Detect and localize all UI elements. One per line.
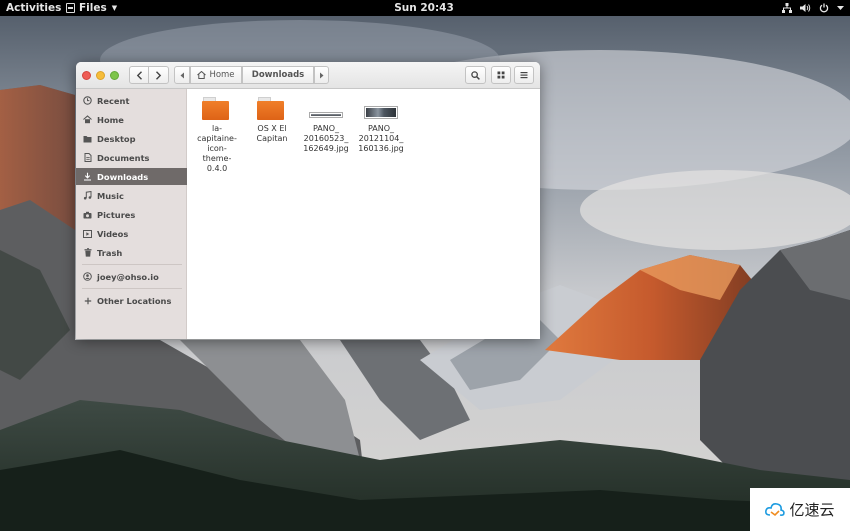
- search-icon: [471, 70, 480, 80]
- chevron-down-icon: [837, 6, 844, 10]
- sidebar-item-downloads[interactable]: Downloads: [76, 168, 187, 185]
- sidebar-divider: [82, 264, 182, 265]
- sidebar-item-label: Music: [97, 190, 124, 201]
- image-thumbnail-icon: [364, 97, 398, 121]
- path-scroll-left-button[interactable]: [174, 66, 190, 84]
- forward-button[interactable]: [148, 66, 169, 84]
- home-icon: [197, 71, 207, 79]
- sidebar-divider: [82, 288, 182, 289]
- sidebar-item-label: Pictures: [97, 209, 136, 220]
- top-bar: Activities Files ▼ Sun 20:43: [0, 0, 850, 16]
- sidebar-item-label: Documents: [97, 152, 150, 163]
- clock[interactable]: Sun 20:43: [394, 2, 454, 14]
- hamburger-icon: [520, 72, 528, 79]
- sidebar-item-label: Trash: [97, 247, 123, 258]
- download-icon: [83, 172, 92, 181]
- system-status-area[interactable]: [782, 0, 844, 16]
- power-icon: [819, 3, 829, 13]
- image-file-item[interactable]: PANO_ 20121104_ 160136.jpg: [356, 97, 406, 154]
- path-segment-home[interactable]: Home: [190, 66, 242, 84]
- camera-icon: [83, 210, 92, 219]
- back-button[interactable]: [129, 66, 149, 84]
- sidebar-item-recent[interactable]: Recent: [76, 92, 187, 109]
- search-button[interactable]: [465, 66, 486, 84]
- path-bar: Home Downloads: [174, 66, 329, 84]
- document-icon: [83, 153, 92, 162]
- file-name-label: PANO_ 20160523_ 162649.jpg: [303, 124, 349, 153]
- image-thumbnail-icon: [309, 97, 343, 121]
- path-scroll-right-button[interactable]: [314, 66, 329, 84]
- sidebar-item-account[interactable]: joey@ohso.io: [76, 268, 187, 285]
- folder-icon: [202, 97, 232, 121]
- folder-item[interactable]: la- capitaine- icon- theme- 0.4.0: [192, 97, 242, 174]
- watermark-text: 亿速云: [789, 501, 835, 519]
- sidebar-item-label: Recent: [97, 95, 130, 106]
- path-current-label: Downloads: [251, 70, 305, 80]
- sidebar: Recent Home Desktop Documents Downloads: [76, 89, 187, 339]
- sidebar-item-label: Home: [97, 114, 124, 125]
- chevron-right-icon: [156, 70, 162, 80]
- watermark: 亿速云: [750, 488, 850, 531]
- path-home-label: Home: [209, 70, 235, 80]
- folder-item[interactable]: OS X El Capitan: [247, 97, 297, 144]
- sidebar-item-label: Other Locations: [97, 295, 172, 306]
- desktop-folder-icon: [83, 134, 92, 143]
- video-icon: [83, 229, 92, 238]
- sidebar-item-label: Downloads: [97, 171, 149, 182]
- sidebar-item-documents[interactable]: Documents: [76, 149, 187, 166]
- grid-view-icon: [497, 71, 505, 79]
- music-icon: [83, 191, 92, 200]
- sidebar-item-label: Videos: [97, 228, 129, 239]
- chevron-left-icon: [136, 70, 142, 80]
- close-window-button[interactable]: [82, 71, 91, 80]
- minimize-window-button[interactable]: [96, 71, 105, 80]
- volume-icon: [800, 4, 811, 12]
- home-icon: [83, 115, 92, 124]
- sidebar-item-videos[interactable]: Videos: [76, 225, 187, 242]
- plus-icon: [83, 296, 92, 305]
- folder-icon: [257, 97, 287, 121]
- sidebar-item-trash[interactable]: Trash: [76, 244, 187, 261]
- sidebar-item-other-locations[interactable]: Other Locations: [76, 292, 187, 309]
- file-name-label: la- capitaine- icon- theme- 0.4.0: [197, 124, 237, 173]
- sidebar-item-pictures[interactable]: Pictures: [76, 206, 187, 223]
- image-file-item[interactable]: PANO_ 20160523_ 162649.jpg: [301, 97, 351, 154]
- sidebar-item-label: joey@ohso.io: [97, 271, 159, 282]
- clock-icon: [83, 96, 92, 105]
- sidebar-item-label: Desktop: [97, 133, 136, 144]
- sidebar-item-desktop[interactable]: Desktop: [76, 130, 187, 147]
- file-name-label: OS X El Capitan: [256, 124, 288, 143]
- network-icon: [782, 3, 792, 13]
- files-window: Home Downloads Recent Home Desktop Docum…: [76, 62, 540, 339]
- user-icon: [83, 272, 92, 281]
- cloud-logo-icon: [765, 502, 786, 516]
- maximize-window-button[interactable]: [110, 71, 119, 80]
- file-view[interactable]: la- capitaine- icon- theme- 0.4.0 OS X E…: [187, 89, 540, 339]
- header-bar: Home Downloads: [76, 62, 540, 89]
- file-name-label: PANO_ 20121104_ 160136.jpg: [358, 124, 404, 153]
- caret-right-icon: [320, 72, 324, 78]
- path-segment-downloads[interactable]: Downloads: [242, 66, 314, 84]
- sidebar-item-music[interactable]: Music: [76, 187, 187, 204]
- trash-icon: [83, 248, 92, 257]
- view-options-button[interactable]: [491, 66, 511, 84]
- sidebar-item-home[interactable]: Home: [76, 111, 187, 128]
- hamburger-menu-button[interactable]: [514, 66, 534, 84]
- caret-left-icon: [180, 72, 184, 78]
